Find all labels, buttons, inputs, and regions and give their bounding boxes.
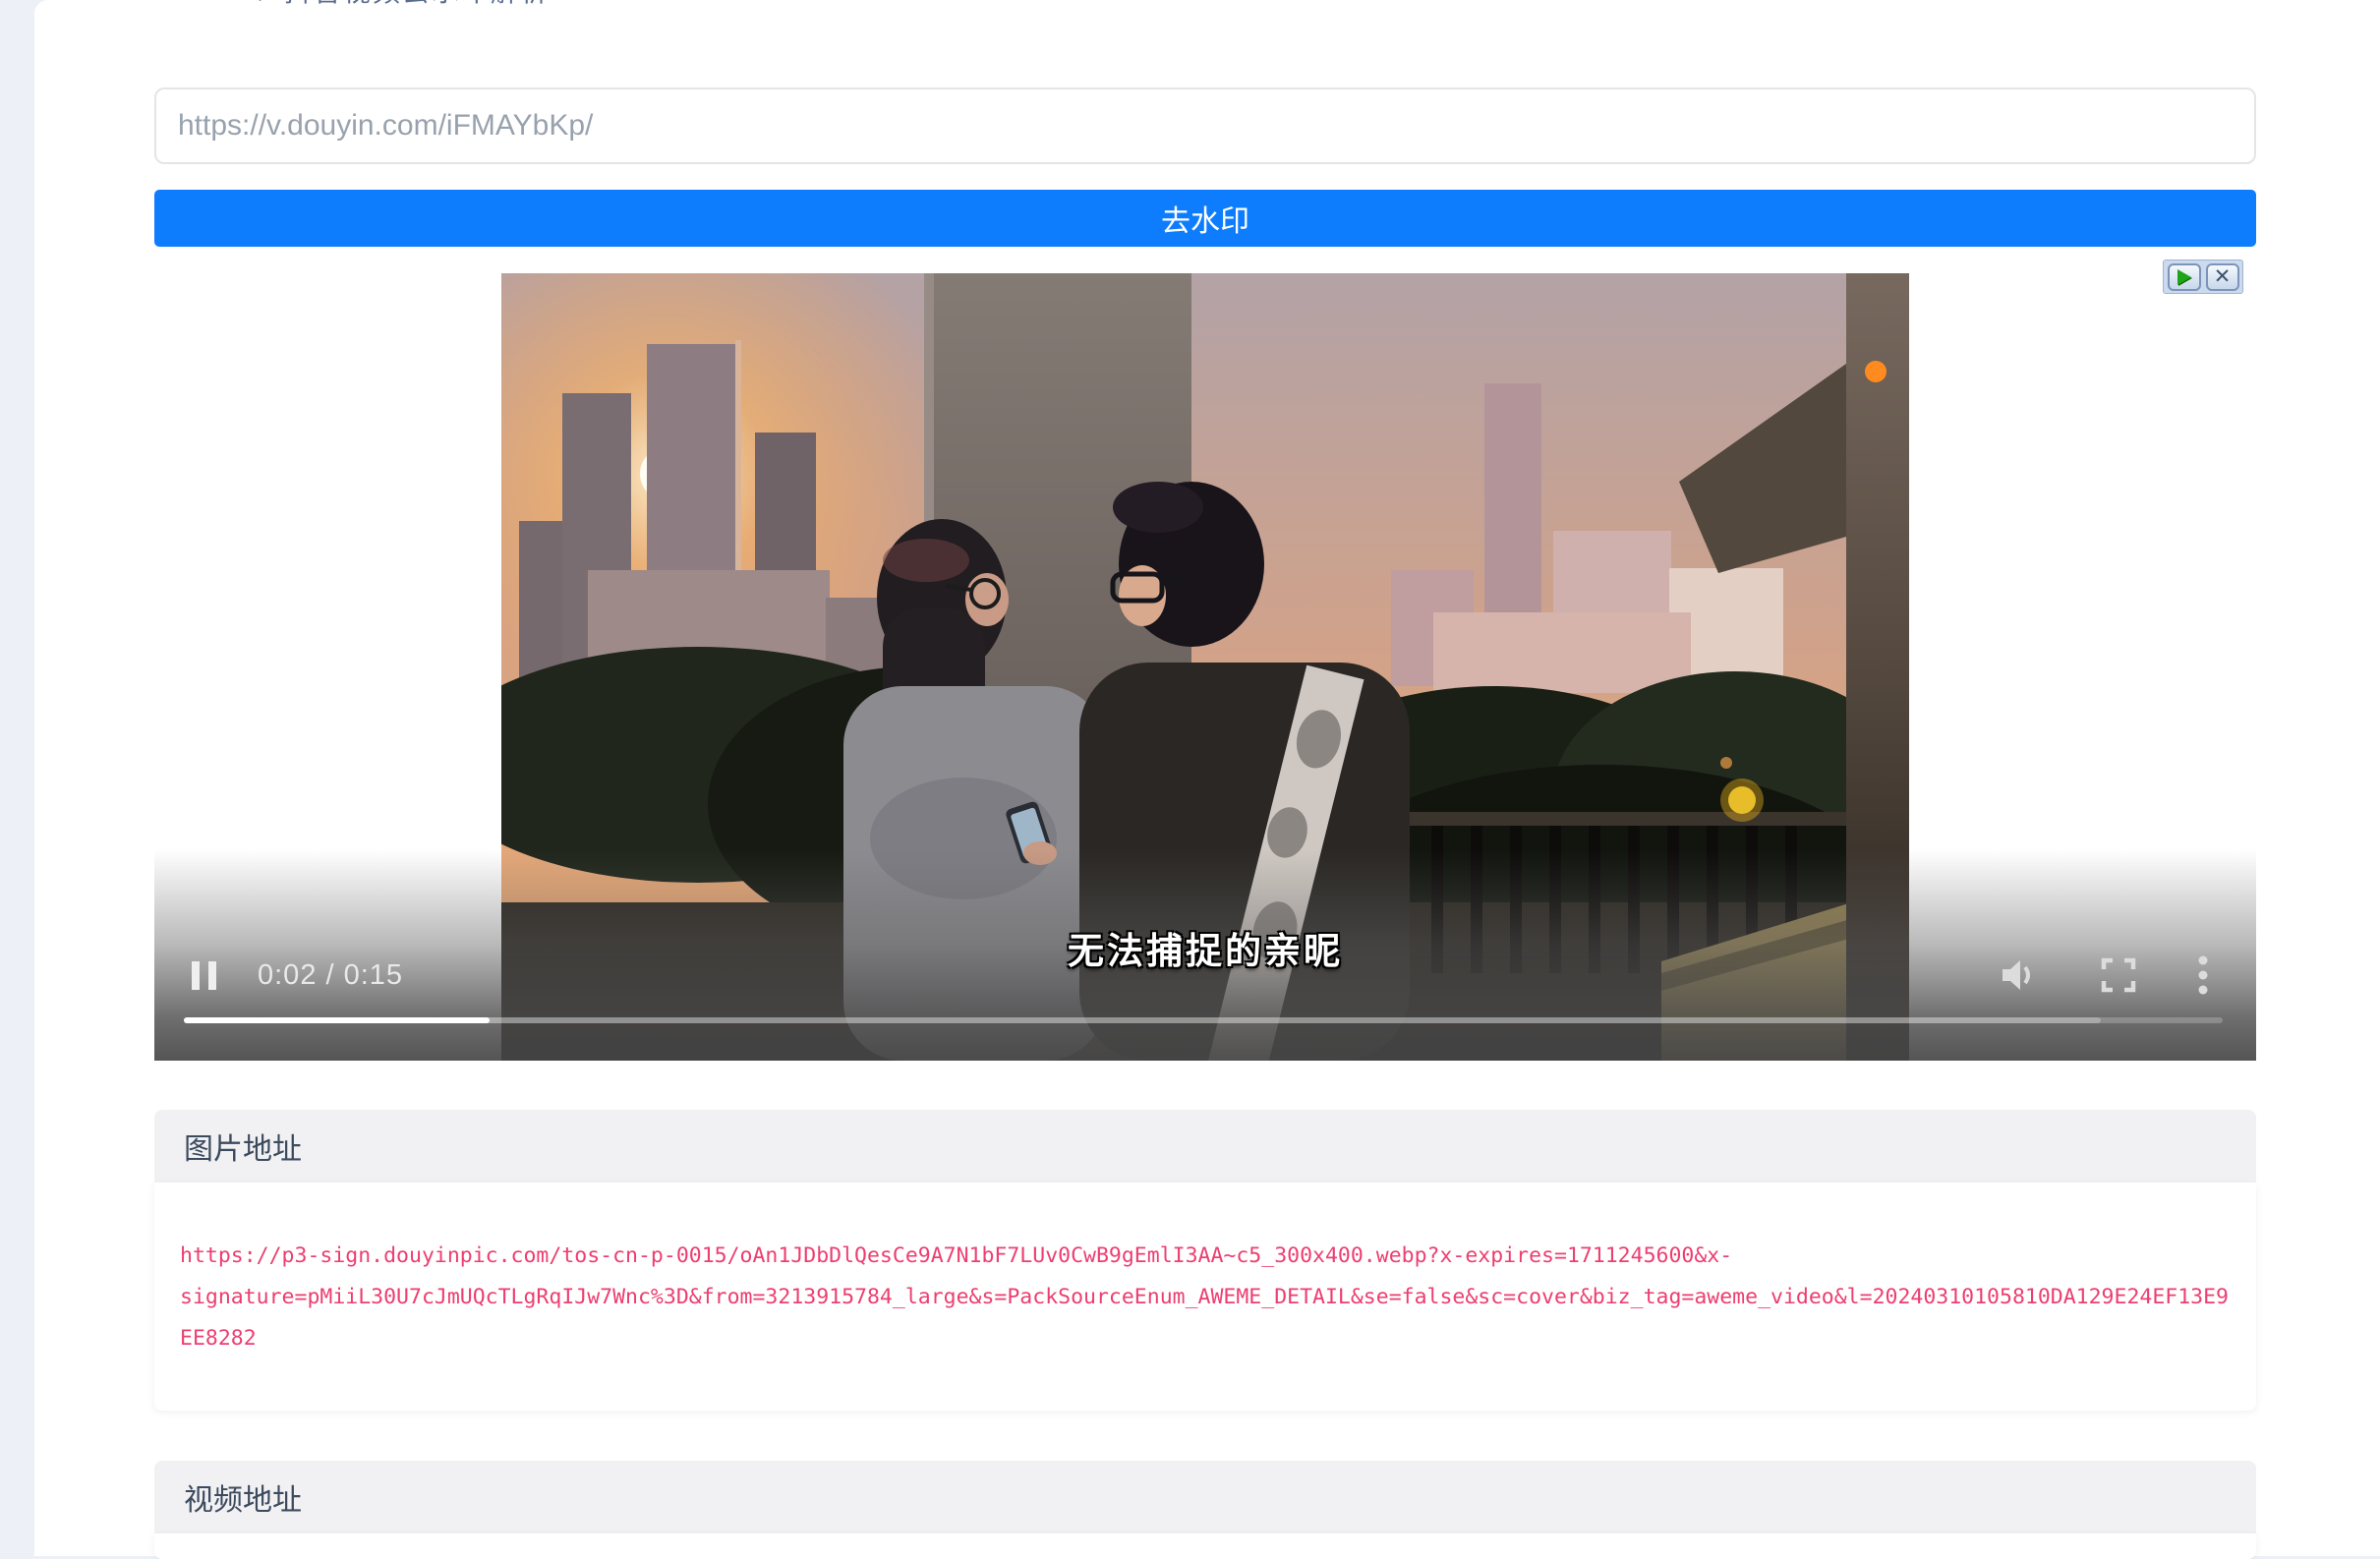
fullscreen-icon[interactable] <box>2101 957 2136 993</box>
remove-watermark-button[interactable]: 去水印 <box>154 190 2256 247</box>
video-url-section-header: 视频地址 <box>154 1461 2256 1533</box>
image-url-section: 图片地址 https://p3-sign.douyinpic.com/tos-c… <box>154 1110 2256 1411</box>
image-url-link[interactable]: https://p3-sign.douyinpic.com/tos-cn-p-0… <box>180 1236 2231 1359</box>
image-url-section-body: https://p3-sign.douyinpic.com/tos-cn-p-0… <box>154 1183 2256 1411</box>
close-icon: ✕ <box>2214 266 2232 287</box>
volume-icon[interactable] <box>1999 957 2040 993</box>
time-display: 0:02 / 0:15 <box>258 959 403 992</box>
overflow-menu-icon[interactable] <box>2197 955 2209 995</box>
video-controls-bar: 0:02 / 0:15 <box>154 951 2256 1000</box>
progress-played <box>184 1017 490 1023</box>
image-url-section-header: 图片地址 <box>154 1110 2256 1183</box>
image-url-line: signature=pMiiL30U7cJmUQcTLgRqIJw7Wnc%3D… <box>180 1277 2231 1318</box>
video-url-section: 视频地址 <box>154 1461 2256 1559</box>
content-column: ❖ 抖音视频去水印解析 去水印 <box>154 0 2256 1559</box>
video-url-input[interactable] <box>154 87 2256 164</box>
image-url-section-title: 图片地址 <box>184 1125 302 1168</box>
pause-button[interactable] <box>192 961 216 990</box>
image-url-line: https://p3-sign.douyinpic.com/tos-cn-p-0… <box>180 1236 2231 1277</box>
video-url-section-title: 视频地址 <box>184 1475 302 1519</box>
download-close-button[interactable]: ✕ <box>2206 263 2239 291</box>
download-play-button[interactable] <box>2168 263 2201 291</box>
video-player[interactable]: 无法捕捉的亲昵 0:02 / 0:15 <box>154 273 2256 1061</box>
play-icon <box>2177 269 2191 285</box>
image-url-line: EE8282 <box>180 1318 2231 1359</box>
main-card: ❖ 抖音视频去水印解析 去水印 <box>34 0 2380 1556</box>
page-title: ❖ 抖音视频去水印解析 <box>248 0 550 4</box>
progress-bar[interactable] <box>184 1017 2223 1023</box>
page-title-text: ❖ 抖音视频去水印解析 <box>248 0 550 4</box>
video-url-section-body <box>154 1533 2256 1559</box>
download-helper-widget: ✕ <box>2163 260 2243 294</box>
